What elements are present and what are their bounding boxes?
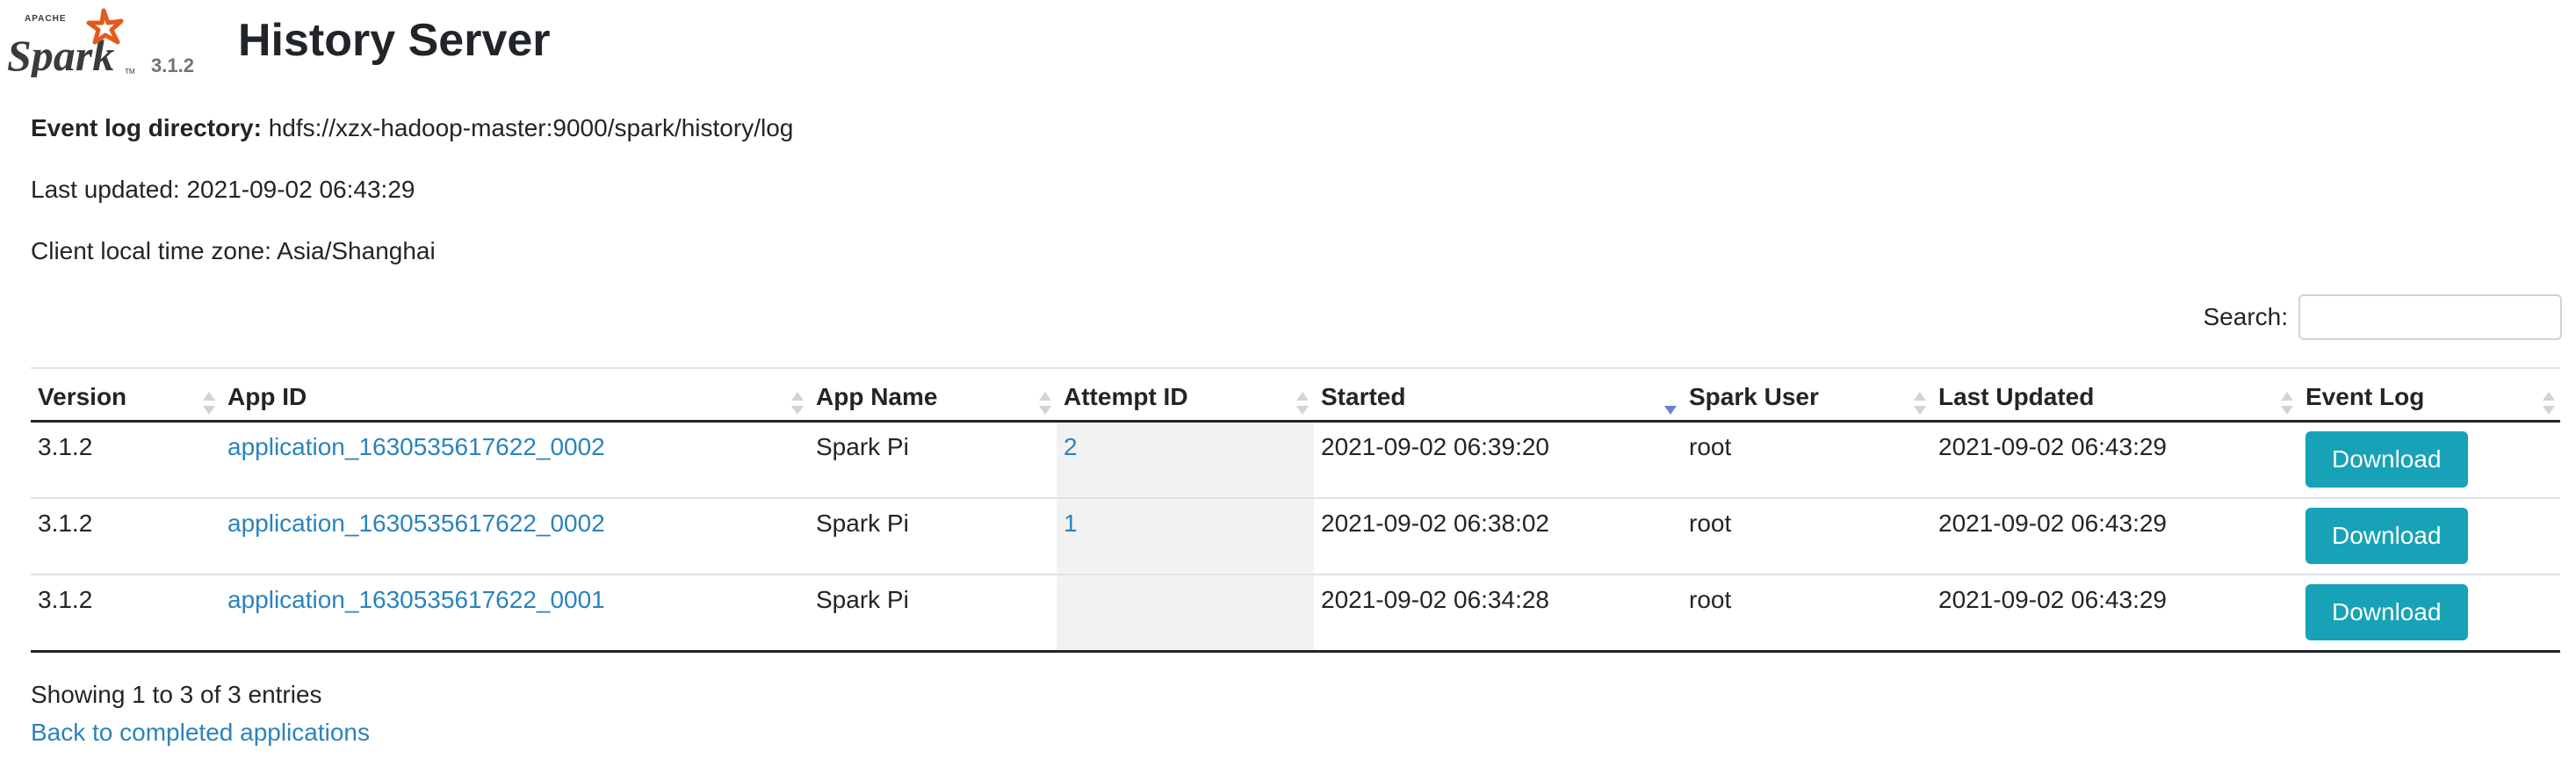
col-app-name[interactable]: App Name — [809, 368, 1057, 423]
sort-icon — [1296, 392, 1309, 415]
sort-icon — [2281, 392, 2293, 415]
search-input[interactable] — [2298, 294, 2562, 340]
svg-text:APACHE: APACHE — [25, 14, 66, 24]
spark-version: 3.1.2 — [151, 54, 194, 76]
client-timezone: Client local time zone: Asia/Shanghai — [31, 237, 436, 264]
sort-icon — [791, 392, 804, 415]
event-log-directory: Event log directory: hdfs://xzx-hadoop-m… — [31, 114, 793, 142]
cell-version: 3.1.2 — [31, 497, 220, 575]
download-button[interactable]: Download — [2305, 584, 2468, 640]
table-header-row: Version App ID App Name Attempt ID Start… — [31, 368, 2560, 423]
cell-spark-user: root — [1682, 497, 1931, 575]
event-log-value: hdfs://xzx-hadoop-master:9000/spark/hist… — [268, 114, 794, 141]
cell-last-updated: 2021-09-02 06:43:29 — [1938, 433, 2167, 460]
cell-app-id: application_1630535617622_0002 — [220, 422, 809, 499]
col-event-log[interactable]: Event Log — [2298, 368, 2560, 423]
app-id-link[interactable]: application_1630535617622_0002 — [227, 433, 605, 460]
page-header: APACHE Spark TM 3.1.2 History Server — [0, 0, 790, 97]
download-button[interactable]: Download — [2305, 508, 2468, 564]
attempt-id-link[interactable]: 1 — [1064, 510, 1078, 537]
cell-event-log: Download — [2298, 497, 2560, 575]
cell-app-name: Spark Pi — [809, 497, 1057, 575]
search-box: Search: — [2203, 294, 2562, 340]
app-id-link[interactable]: application_1630535617622_0002 — [227, 510, 605, 537]
spark-logo[interactable]: APACHE Spark TM — [5, 7, 146, 77]
cell-attempt-id: 2 — [1057, 421, 1314, 498]
cell-spark-user: root — [1682, 574, 1931, 652]
sort-desc-icon — [1664, 392, 1677, 415]
cell-attempt-id: 1 — [1057, 497, 1314, 575]
cell-app-name: Spark Pi — [816, 433, 909, 460]
attempt-id-link[interactable]: 2 — [1064, 433, 1078, 460]
event-log-label: Event log directory: — [31, 114, 262, 141]
history-table: Version App ID App Name Attempt ID Start… — [31, 367, 2560, 653]
cell-attempt-id — [1057, 574, 1314, 652]
col-version[interactable]: Version — [31, 368, 220, 423]
sort-icon — [1914, 392, 1926, 415]
cell-version: 3.1.2 — [38, 433, 93, 460]
svg-text:TM: TM — [125, 68, 135, 76]
app-id-link[interactable]: application_1630535617622_0001 — [227, 586, 605, 613]
cell-event-log: Download — [2298, 422, 2560, 499]
col-last-updated[interactable]: Last Updated — [1931, 368, 2298, 423]
table-row: 3.1.2 application_1630535617622_0002 Spa… — [31, 497, 2560, 575]
cell-last-updated: 2021-09-02 06:43:29 — [1931, 574, 2298, 652]
cell-started: 2021-09-02 06:34:28 — [1314, 574, 1682, 652]
col-spark-user[interactable]: Spark User — [1682, 368, 1931, 423]
cell-started: 2021-09-02 06:39:20 — [1321, 433, 1549, 460]
cell-spark-user: root — [1689, 433, 1732, 460]
col-started[interactable]: Started — [1314, 368, 1682, 423]
table-row: 3.1.2 application_1630535617622_0002 Spa… — [31, 421, 2560, 499]
col-app-id[interactable]: App ID — [220, 368, 809, 423]
search-label: Search: — [2203, 303, 2289, 330]
cell-last-updated: 2021-09-02 06:43:29 — [1931, 497, 2298, 575]
cell-event-log: Download — [2298, 574, 2560, 652]
page-title: History Server — [238, 15, 551, 66]
cell-version: 3.1.2 — [31, 574, 220, 652]
cell-app-id: application_1630535617622_0001 — [220, 574, 809, 652]
entries-info: Showing 1 to 3 of 3 entries — [31, 681, 322, 708]
cell-app-id: application_1630535617622_0002 — [220, 497, 809, 575]
download-button[interactable]: Download — [2305, 431, 2468, 488]
sort-icon — [203, 392, 215, 415]
table-row: 3.1.2 application_1630535617622_0001 Spa… — [31, 574, 2560, 652]
cell-app-name: Spark Pi — [809, 574, 1057, 652]
back-to-completed-link[interactable]: Back to completed applications — [31, 719, 370, 747]
last-updated: Last updated: 2021-09-02 06:43:29 — [31, 176, 415, 203]
cell-started: 2021-09-02 06:38:02 — [1314, 497, 1682, 575]
col-attempt-id[interactable]: Attempt ID — [1057, 368, 1314, 423]
sort-icon — [2543, 392, 2555, 415]
sort-icon — [1039, 392, 1051, 415]
